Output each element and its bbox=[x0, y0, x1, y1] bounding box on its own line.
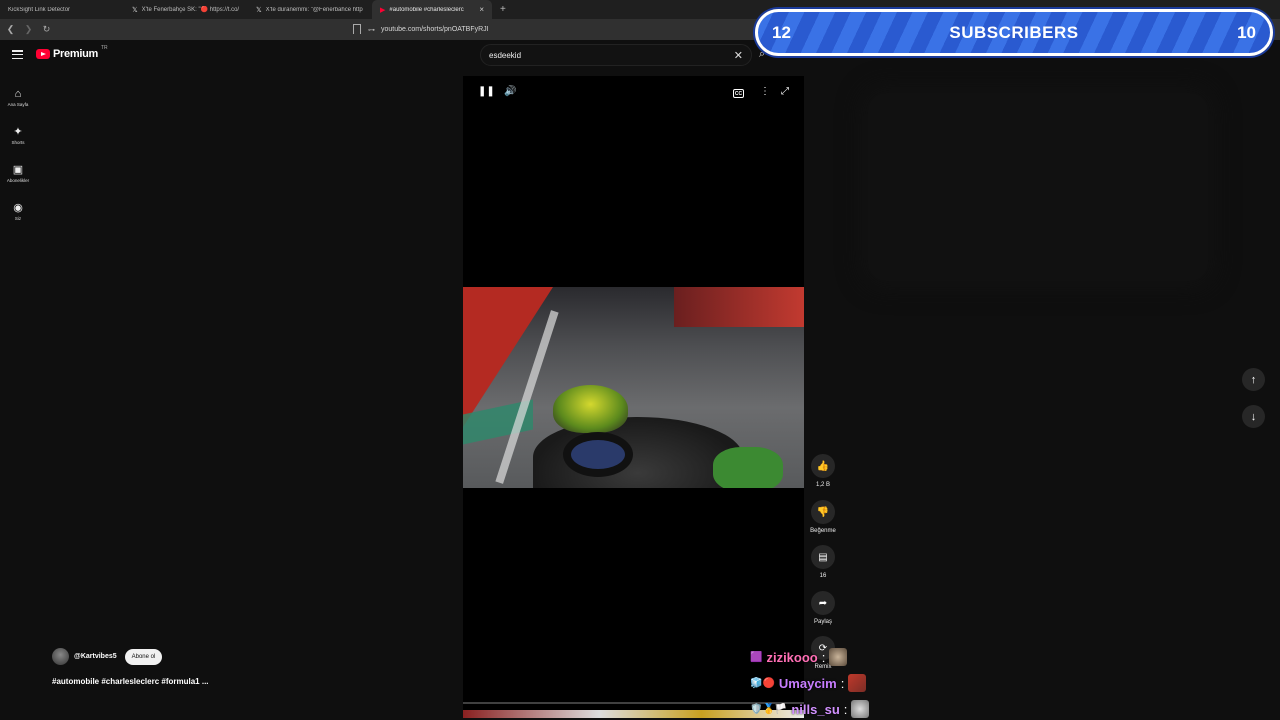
share-icon: ➦ bbox=[811, 591, 835, 615]
chat-emote bbox=[848, 674, 867, 692]
blurred-panel bbox=[868, 93, 1208, 281]
captions-icon[interactable]: CC bbox=[733, 89, 744, 98]
x-icon: 𝕏 bbox=[256, 6, 262, 14]
chat-separator: : bbox=[840, 675, 845, 691]
sidebar-item-shorts[interactable]: ✦ Shorts bbox=[0, 116, 36, 154]
like-icon: 👍 bbox=[811, 454, 835, 478]
chat-overlay: 🟪 zizikooo : 🧊🔴 Umaycim : 🛡️🥇🏳️ nills_su… bbox=[750, 644, 950, 720]
account-icon: ◉ bbox=[13, 201, 23, 214]
forward-icon[interactable]: ❯ bbox=[21, 24, 36, 35]
dislike-icon: 👎 bbox=[811, 500, 835, 524]
chat-badge-icon: 🧊🔴 bbox=[750, 677, 775, 689]
subscriber-count-right: 10 bbox=[1237, 22, 1256, 42]
subscriber-goal-overlay: 12 SUBSCRIBERS 10 bbox=[755, 9, 1273, 56]
subscribe-button[interactable]: Abone ol bbox=[124, 648, 163, 665]
shorts-player[interactable]: ❚❚ 🔊 CC ⋮ ⤢ bbox=[463, 76, 804, 718]
browser-tab-x-fenerbahce[interactable]: 𝕏 X'te Fenerbahçe SK: "🔴 https://t.co/ bbox=[124, 0, 248, 19]
logo-region: TR bbox=[100, 45, 108, 51]
site-info-icon[interactable]: ⊶ bbox=[368, 26, 375, 34]
bookmark-icon[interactable] bbox=[353, 24, 361, 34]
video-title[interactable]: #automobile #charlesleclerc #formula1 ..… bbox=[52, 677, 209, 686]
sidebar-label: Shorts bbox=[11, 139, 25, 145]
comments-button[interactable]: ▤ 16 bbox=[808, 545, 838, 579]
youtube-logo[interactable]: Premium TR bbox=[36, 45, 108, 60]
chat-emote bbox=[851, 700, 870, 718]
youtube-icon: ▶ bbox=[380, 6, 386, 14]
sidebar-item-subscriptions[interactable]: ▣ Abonelikler bbox=[0, 154, 36, 192]
browser-tab-youtube[interactable]: ▶ #automobile #charlesleclerc × bbox=[372, 0, 492, 19]
kart-tire bbox=[713, 447, 783, 488]
sidebar-label: Abonelikler bbox=[6, 177, 30, 183]
comment-count: 16 bbox=[819, 573, 827, 579]
chat-message: 🟪 zizikooo : bbox=[750, 644, 950, 670]
track-barrier bbox=[674, 287, 804, 327]
pause-icon[interactable]: ❚❚ bbox=[478, 86, 495, 97]
video-frame[interactable] bbox=[463, 287, 804, 488]
reload-icon[interactable]: ↻ bbox=[39, 24, 54, 35]
comment-icon: ▤ bbox=[811, 545, 835, 569]
like-count: 1,2 B bbox=[815, 482, 830, 488]
shorts-icon: ✦ bbox=[13, 125, 23, 138]
next-short-button[interactable]: ↓ bbox=[1242, 405, 1265, 428]
chat-emote bbox=[829, 648, 848, 666]
logo-text: Premium bbox=[53, 48, 98, 60]
tab-title: X'te Fenerbahçe SK: "🔴 https://t.co/ bbox=[141, 7, 240, 13]
chat-message: 🧊🔴 Umaycim : bbox=[750, 670, 950, 696]
clear-search-icon[interactable]: ✕ bbox=[734, 49, 743, 62]
chat-badge-icon: 🛡️🥇🏳️ bbox=[750, 703, 788, 715]
subscriptions-icon: ▣ bbox=[12, 163, 24, 176]
previous-short-button[interactable]: ↑ bbox=[1242, 368, 1265, 391]
chat-username: nills_su bbox=[791, 701, 840, 717]
search-input[interactable]: esdeekid ✕ bbox=[480, 44, 752, 66]
fullscreen-icon[interactable]: ⤢ bbox=[781, 86, 789, 97]
x-icon: 𝕏 bbox=[132, 6, 138, 14]
youtube-play-icon bbox=[36, 49, 50, 59]
home-icon: ⌂ bbox=[14, 87, 22, 100]
new-tab-button[interactable]: + bbox=[492, 4, 514, 15]
subscriber-label: SUBSCRIBERS bbox=[949, 22, 1079, 42]
driver-helmet bbox=[553, 385, 628, 433]
channel-info: @Kartvibes5 Abone ol bbox=[52, 648, 163, 665]
chat-badge-icon: 🟪 bbox=[750, 651, 763, 663]
chat-separator: : bbox=[843, 701, 848, 717]
tab-title: X'te duranemmi: "@Fenerbahce http bbox=[265, 6, 363, 13]
tab-title: #automobile #charlesleclerc bbox=[389, 6, 464, 13]
sidebar-label: Siz bbox=[14, 215, 22, 221]
menu-icon[interactable] bbox=[12, 50, 23, 60]
share-label: Paylaş bbox=[813, 619, 832, 625]
back-icon[interactable]: ❮ bbox=[3, 24, 18, 35]
share-button[interactable]: ➦ Paylaş bbox=[808, 591, 838, 625]
sidebar: ⌂ Ana Sayfa ✦ Shorts ▣ Abonelikler ◉ Siz bbox=[0, 78, 36, 230]
steering-wheel bbox=[563, 432, 633, 477]
sidebar-label: Ana Sayfa bbox=[7, 101, 29, 107]
tab-title: KickSight Link Detector bbox=[8, 6, 71, 13]
chat-separator: : bbox=[821, 649, 826, 665]
sidebar-item-home[interactable]: ⌂ Ana Sayfa bbox=[0, 78, 36, 116]
channel-name[interactable]: @Kartvibes5 bbox=[74, 653, 117, 660]
chat-username: zizikooo bbox=[766, 649, 818, 665]
chat-message: 🛡️🥇🏳️ nills_su : bbox=[750, 696, 950, 720]
subscriber-count-left: 12 bbox=[772, 22, 791, 42]
dislike-button[interactable]: 👎 Beğenme bbox=[808, 500, 838, 534]
sidebar-item-you[interactable]: ◉ Siz bbox=[0, 192, 36, 230]
chat-username: Umaycim bbox=[778, 675, 837, 691]
url-field[interactable]: ⊶ youtube.com/shorts/pnOATBFyRJI bbox=[368, 22, 768, 37]
volume-icon[interactable]: 🔊 bbox=[504, 86, 516, 97]
url-text: youtube.com/shorts/pnOATBFyRJI bbox=[381, 26, 489, 33]
avatar[interactable] bbox=[52, 648, 69, 665]
browser-tab-kicksight[interactable]: KickSight Link Detector bbox=[0, 0, 124, 19]
browser-tab-x-duranemmi[interactable]: 𝕏 X'te duranemmi: "@Fenerbahce http bbox=[248, 0, 372, 19]
more-icon[interactable]: ⋮ bbox=[760, 86, 770, 97]
arrow-up-icon: ↑ bbox=[1250, 373, 1257, 386]
tab-close-icon[interactable]: × bbox=[479, 5, 484, 14]
like-button[interactable]: 👍 1,2 B bbox=[808, 454, 838, 488]
search-query: esdeekid bbox=[489, 50, 522, 60]
arrow-down-icon: ↓ bbox=[1250, 410, 1257, 423]
dislike-label: Beğenme bbox=[810, 528, 836, 534]
